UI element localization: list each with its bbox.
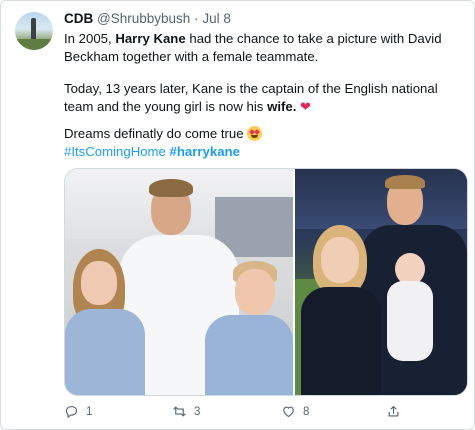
- share-button[interactable]: [386, 404, 401, 419]
- heart-emoji-icon: ❤: [300, 99, 311, 114]
- tweet-media[interactable]: [64, 168, 468, 396]
- like-button[interactable]: 8: [281, 404, 309, 419]
- reply-icon: [65, 405, 78, 419]
- hashtag-harrykane[interactable]: #harrykane: [170, 144, 240, 159]
- tweet-header: CDB @Shrubbybush · Jul 8: [64, 11, 231, 26]
- boy-face-shape: [235, 269, 275, 315]
- heart-eyes-emoji-icon: [247, 126, 263, 141]
- author-name[interactable]: CDB: [64, 11, 93, 26]
- like-heart-icon: [283, 406, 294, 418]
- retweet-button[interactable]: 3: [172, 404, 200, 419]
- hashtag-itscominghome[interactable]: #ItsComingHome: [64, 144, 166, 159]
- tweet-actions: 1 3 8: [64, 404, 464, 422]
- baby-outfit-shape: [387, 281, 433, 361]
- media-photo-left[interactable]: [65, 169, 293, 395]
- header-separator: ·: [194, 11, 199, 26]
- retweet-count: 3: [194, 405, 201, 418]
- reply-count: 1: [86, 405, 93, 418]
- like-count: 8: [303, 405, 310, 418]
- tweet-text: Today, 13 years later, Kane is the capta…: [64, 81, 438, 114]
- share-icon: [388, 405, 399, 417]
- tweet-text: Dreams definatly do come true: [64, 126, 248, 141]
- tweet-paragraph-3: Dreams definatly do come true: [64, 125, 464, 143]
- crowd-shape: [295, 169, 467, 229]
- tweet-text: In 2005,: [64, 31, 116, 46]
- girl-face-shape: [81, 261, 117, 305]
- beckham-hair-shape: [149, 179, 193, 197]
- tweet-paragraph-2: Today, 13 years later, Kane is the capta…: [64, 80, 464, 116]
- media-photo-right[interactable]: [295, 169, 467, 395]
- tweet-bold-name: Harry Kane: [115, 31, 186, 46]
- tweet-card[interactable]: CDB @Shrubbybush · Jul 8 In 2005, Harry …: [0, 0, 475, 430]
- tweet-paragraph-1: In 2005, Harry Kane had the chance to ta…: [64, 30, 464, 66]
- tweet-bold-word: wife.: [267, 99, 297, 114]
- hashtag-line: #ItsComingHome #harrykane: [64, 143, 464, 161]
- wife-jacket-shape: [301, 287, 381, 395]
- avatar-tower-shape: [31, 18, 36, 40]
- avatar-ground-shape: [15, 39, 53, 50]
- wife-face-shape: [321, 237, 359, 283]
- avatar[interactable]: [15, 12, 53, 50]
- author-handle[interactable]: @Shrubbybush: [97, 11, 190, 26]
- tweet-date[interactable]: Jul 8: [202, 11, 231, 26]
- girl-jacket-shape: [65, 309, 145, 395]
- reply-button[interactable]: 1: [64, 404, 92, 419]
- retweet-icon: [173, 406, 186, 417]
- kane-hair-shape: [385, 175, 425, 189]
- boy-jacket-shape: [205, 315, 293, 395]
